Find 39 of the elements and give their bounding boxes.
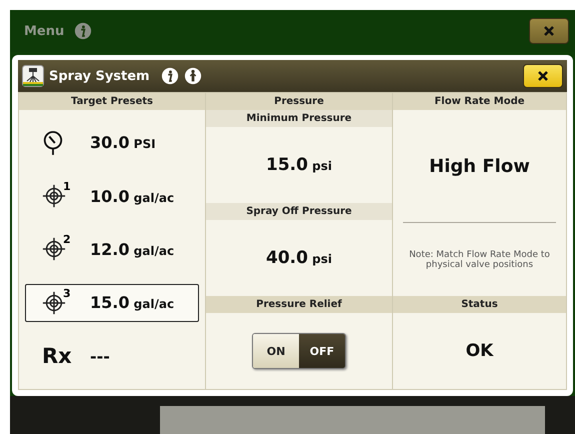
close-icon	[537, 70, 549, 82]
section-header: Pressure Relief	[206, 296, 392, 313]
toggle-option[interactable]: ON	[253, 334, 299, 368]
column-header: Status	[393, 296, 566, 313]
preset-row[interactable]: 1 10.0 gal/ac	[25, 177, 199, 216]
target-icon	[42, 184, 66, 208]
menu-title: Menu	[24, 24, 64, 38]
preset-value: 12.0 gal/ac	[90, 240, 174, 259]
preset-row[interactable]: 30.0 PSI	[25, 124, 199, 162]
toggle-switch[interactable]: ON OFF	[252, 333, 346, 369]
info-icon[interactable]	[160, 67, 179, 85]
status-value: OK	[466, 341, 494, 361]
close-button[interactable]	[523, 64, 563, 88]
flow-mode-value: High Flow	[429, 156, 530, 176]
preset-number: 3	[63, 286, 71, 300]
column-header: Target Presets	[19, 93, 205, 110]
pressure-value: 40.0 psi	[266, 248, 332, 268]
toggle-option[interactable]: OFF	[299, 334, 345, 368]
preset-row[interactable]: 2 12.0 gal/ac	[25, 230, 199, 268]
preset-value: ---	[90, 346, 110, 366]
section-header: Spray Off Pressure	[206, 203, 392, 220]
column-header: Pressure	[206, 93, 392, 110]
note-text: Note: Match Flow Rate Mode to physical valve positions	[408, 250, 551, 270]
close-icon	[543, 25, 555, 37]
preset-value: 15.0 gal/ac	[90, 293, 174, 312]
preset-value: 30.0 PSI	[90, 133, 156, 152]
preset-number: 2	[63, 233, 71, 246]
preset-number: 1	[63, 180, 71, 194]
preset-row[interactable]: 3 15.0 gal/ac	[25, 284, 199, 322]
preset-value: 10.0 gal/ac	[90, 186, 174, 206]
gauge-icon	[42, 130, 64, 156]
section-header: Minimum Pressure	[206, 110, 392, 127]
rx-label: Rx	[42, 344, 72, 368]
sprayer-icon	[22, 65, 44, 87]
help-icon[interactable]	[184, 67, 202, 85]
pressure-value: 15.0 psi	[266, 155, 332, 175]
column-header: Flow Rate Mode	[393, 93, 566, 110]
preset-row[interactable]: Rx ---	[25, 337, 199, 376]
dialog-title: Spray System	[49, 68, 150, 84]
